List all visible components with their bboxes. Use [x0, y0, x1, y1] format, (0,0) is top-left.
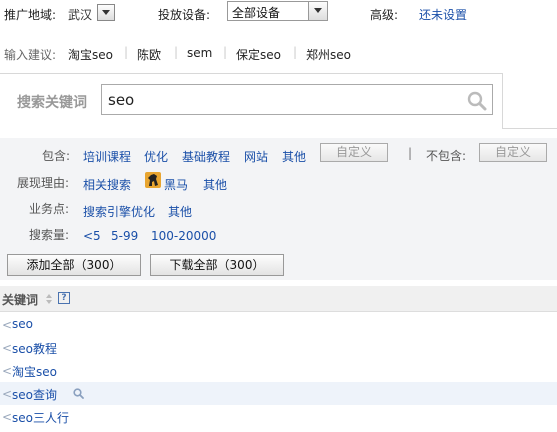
help-icon[interactable]: ? [58, 292, 70, 304]
search-label: 搜索关键词 [17, 95, 87, 111]
suggestion-item[interactable]: sem [187, 46, 212, 60]
reason-option[interactable]: 黑马 [164, 176, 188, 193]
divider [503, 128, 557, 129]
level-setting-link[interactable]: 还未设置 [419, 6, 467, 23]
suggestion-item[interactable]: 保定seo [236, 46, 281, 63]
include-option[interactable]: 其他 [282, 148, 306, 165]
business-option[interactable]: 搜索引擎优化 [83, 203, 155, 220]
device-select-value: 全部设备 [232, 6, 281, 20]
business-label: 业务点: [29, 202, 70, 216]
table-row[interactable]: < seo教程 [0, 336, 557, 359]
volume-option[interactable]: 100-20000 [151, 229, 216, 243]
table-row[interactable]: < seo [0, 313, 557, 336]
exclude-custom-button[interactable]: 自定义 [479, 143, 547, 162]
black-horse-icon [145, 172, 161, 188]
separator: | [408, 146, 413, 160]
include-option[interactable]: 基础教程 [182, 148, 230, 165]
keyword-text[interactable]: 淘宝seo [12, 363, 57, 380]
exclude-label: 不包含: [426, 149, 467, 163]
suggestion-label: 输入建议: [4, 48, 57, 62]
keyword-text[interactable]: seo教程 [12, 340, 57, 357]
keyword-column-header[interactable]: 关键词 [2, 291, 38, 308]
chevron-down-icon[interactable] [308, 2, 327, 20]
level-label: 高级: [370, 8, 399, 22]
include-option[interactable]: 网站 [244, 148, 268, 165]
separator: | [223, 45, 228, 59]
search-input[interactable]: seo [101, 84, 493, 115]
add-all-button[interactable]: 添加全部（300） [7, 254, 141, 276]
search-icon[interactable] [73, 388, 84, 399]
region-dropdown-button[interactable] [97, 4, 115, 21]
chevron-left-icon[interactable]: < [2, 364, 12, 378]
business-option[interactable]: 其他 [168, 203, 192, 220]
download-all-button[interactable]: 下载全部（300） [150, 254, 284, 276]
region-label: 推广地域: [4, 8, 57, 22]
keyword-table-header [0, 286, 557, 312]
suggestion-item[interactable]: 郑州seo [306, 46, 351, 63]
table-row[interactable]: < 淘宝seo [0, 359, 557, 382]
separator: | [174, 45, 179, 59]
chevron-left-icon[interactable]: < [2, 341, 12, 355]
include-label: 包含: [42, 149, 71, 163]
volume-option[interactable]: <5 [83, 229, 101, 243]
include-option[interactable]: 培训课程 [83, 148, 131, 165]
table-row[interactable]: < seo查询 [0, 382, 557, 405]
chevron-left-icon[interactable]: < [2, 410, 12, 424]
search-input-value: seo [108, 91, 135, 109]
suggestion-item[interactable]: 陈欧 [137, 46, 161, 63]
table-row[interactable]: < seo三人行 [0, 405, 557, 428]
sort-icon[interactable] [45, 293, 53, 305]
volume-option[interactable]: 5-99 [111, 229, 138, 243]
keyword-text[interactable]: seo [12, 317, 33, 331]
chevron-left-icon[interactable]: < [2, 387, 12, 401]
device-select[interactable]: 全部设备 [227, 1, 328, 21]
reason-label: 展现理由: [17, 176, 70, 190]
keyword-text[interactable]: seo三人行 [12, 409, 69, 426]
include-custom-button[interactable]: 自定义 [320, 143, 388, 162]
reason-option[interactable]: 相关搜索 [83, 176, 131, 193]
search-icon[interactable] [467, 91, 487, 111]
volume-label: 搜索量: [29, 228, 70, 242]
device-label: 投放设备: [158, 8, 211, 22]
chevron-left-icon[interactable]: < [2, 318, 12, 332]
include-option[interactable]: 优化 [144, 148, 168, 165]
suggestion-item[interactable]: 淘宝seo [68, 46, 113, 63]
region-value: 武汉 [68, 8, 93, 22]
separator: | [124, 45, 129, 59]
keyword-text[interactable]: seo查询 [12, 386, 57, 403]
reason-option[interactable]: 其他 [203, 176, 227, 193]
separator: | [293, 45, 298, 59]
